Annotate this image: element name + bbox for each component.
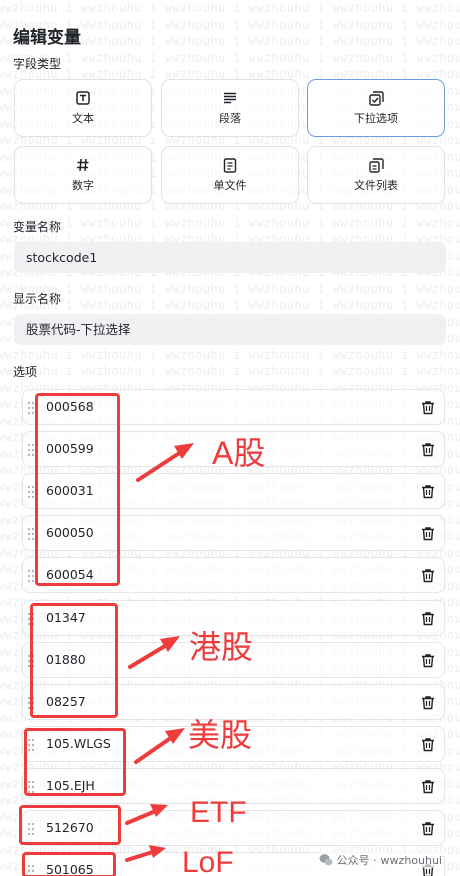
lof-annotation: LoF (182, 846, 234, 876)
delete-option-trash-icon[interactable] (421, 400, 435, 415)
field-type-label: 字段类型 (13, 57, 62, 71)
text-box-icon (75, 90, 91, 106)
wechat-account-badge: 公众号 · wwzhouhui (318, 852, 442, 868)
field-type-file-list-label: 文件列表 (354, 179, 398, 192)
lof-highlight-box (22, 852, 116, 876)
account-prefix: 公众号 · (336, 854, 377, 867)
drag-handle-icon[interactable] (28, 444, 34, 456)
file-list-icon (368, 157, 384, 173)
hash-icon (75, 157, 91, 173)
delete-option-trash-icon[interactable] (421, 526, 435, 541)
display-name-input[interactable]: 股票代码-下拉选择 (14, 314, 446, 345)
dropdown-checkbox-icon (368, 90, 384, 106)
account-name: wwzhouhui (380, 853, 442, 867)
display-name-label: 显示名称 (13, 292, 62, 306)
us-share-highlight-box (24, 728, 126, 796)
var-name-label: 变量名称 (13, 220, 62, 234)
delete-option-trash-icon[interactable] (421, 568, 435, 583)
drag-handle-icon[interactable] (28, 570, 34, 582)
field-type-paragraph[interactable]: 段落 (161, 79, 299, 137)
delete-option-trash-icon[interactable] (421, 653, 435, 668)
us-share-annotation: 美股 (188, 717, 253, 753)
a-share-annotation: A股 (212, 435, 266, 471)
drag-handle-icon[interactable] (28, 486, 34, 498)
drag-handle-icon[interactable] (28, 528, 34, 540)
delete-option-trash-icon[interactable] (421, 737, 435, 752)
var-name-input[interactable]: stockcode1 (14, 242, 446, 273)
etf-annotation: ETF (190, 796, 247, 829)
delete-option-trash-icon[interactable] (421, 821, 435, 836)
drag-handle-icon[interactable] (28, 402, 34, 414)
field-type-number-label: 数字 (72, 179, 94, 192)
field-type-single-file[interactable]: 单文件 (161, 146, 299, 204)
delete-option-trash-icon[interactable] (421, 695, 435, 710)
delete-option-trash-icon[interactable] (421, 611, 435, 626)
file-icon (222, 157, 238, 173)
field-type-dropdown-label: 下拉选项 (354, 112, 398, 125)
field-type-text[interactable]: 文本 (14, 79, 152, 137)
delete-option-trash-icon[interactable] (421, 484, 435, 499)
wechat-icon (319, 853, 333, 867)
field-type-file-list[interactable]: 文件列表 (307, 146, 445, 204)
delete-option-trash-icon[interactable] (421, 442, 435, 457)
hk-share-highlight-box (30, 603, 118, 718)
paragraph-lines-icon (222, 90, 238, 106)
panel-title: 编辑变量 (13, 28, 81, 48)
field-type-number[interactable]: 数字 (14, 146, 152, 204)
a-share-highlight-box (35, 393, 120, 586)
field-type-single-file-label: 单文件 (213, 179, 247, 192)
field-type-dropdown[interactable]: 下拉选项 (307, 79, 445, 137)
etf-highlight-box (19, 805, 121, 845)
hk-share-annotation: 港股 (189, 629, 254, 665)
field-type-text-label: 文本 (72, 112, 94, 125)
field-type-paragraph-label: 段落 (219, 112, 241, 125)
options-label: 选项 (13, 365, 38, 379)
field-type-grid: 文本 段落 下拉选项 数字 单文件 文件列表 (14, 79, 446, 205)
delete-option-trash-icon[interactable] (421, 779, 435, 794)
